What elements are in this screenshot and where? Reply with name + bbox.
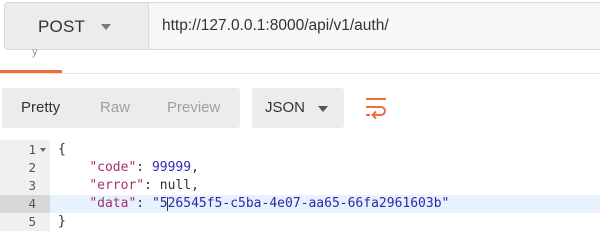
response-tabs: y: [0, 46, 600, 74]
view-mode-group: Pretty Raw Preview: [2, 88, 240, 128]
format-label: JSON: [265, 99, 306, 116]
json-value: null: [159, 178, 192, 193]
view-pretty-button[interactable]: Pretty: [21, 99, 60, 116]
view-raw-button[interactable]: Raw: [100, 99, 130, 116]
http-method-select[interactable]: POST: [4, 2, 148, 50]
tab-body[interactable]: y: [32, 46, 38, 58]
json-value: 99999: [151, 160, 192, 175]
request-bar: POST http://127.0.0.1:8000/api/v1/auth/: [0, 0, 600, 52]
json-key: "error": [89, 178, 145, 193]
format-select[interactable]: JSON: [252, 88, 344, 128]
code-line: 3 "error": null,: [0, 177, 600, 195]
json-key: "data": [89, 196, 137, 211]
line-number: 2: [28, 160, 36, 175]
json-key: "code": [89, 160, 137, 175]
http-method-label: POST: [38, 17, 86, 36]
view-preview-button[interactable]: Preview: [167, 99, 220, 116]
line-number: 4: [28, 196, 36, 211]
response-toolbar: Pretty Raw Preview JSON: [0, 88, 600, 128]
json-value-start: "5: [151, 196, 168, 211]
line-number: 1: [28, 142, 36, 157]
code-line: 5 }: [0, 213, 600, 231]
code-close-brace: }: [58, 214, 66, 229]
chevron-down-icon: [101, 24, 111, 30]
response-body-editor[interactable]: 1 { 2 "code": 99999, 3 "error": null, 4 …: [0, 140, 600, 231]
chevron-down-icon: [318, 106, 328, 112]
line-number: 5: [28, 214, 36, 229]
code-open-brace: {: [58, 142, 66, 157]
wrap-lines-icon: [366, 98, 386, 120]
code-line: 1 {: [0, 141, 600, 159]
code-line: 2 "code": 99999,: [0, 159, 600, 177]
url-input[interactable]: http://127.0.0.1:8000/api/v1/auth/: [148, 2, 600, 50]
line-number: 3: [28, 178, 36, 193]
wrap-lines-button[interactable]: [354, 88, 398, 128]
code-line-active: 4 "data": "526545f5-c5ba-4e07-aa65-66fa2…: [0, 195, 600, 213]
json-value-end: 26545f5-c5ba-4e07-aa65-66fa2961603b": [167, 196, 450, 211]
fold-arrow-icon[interactable]: [40, 148, 46, 152]
active-tab-indicator: [0, 70, 62, 73]
